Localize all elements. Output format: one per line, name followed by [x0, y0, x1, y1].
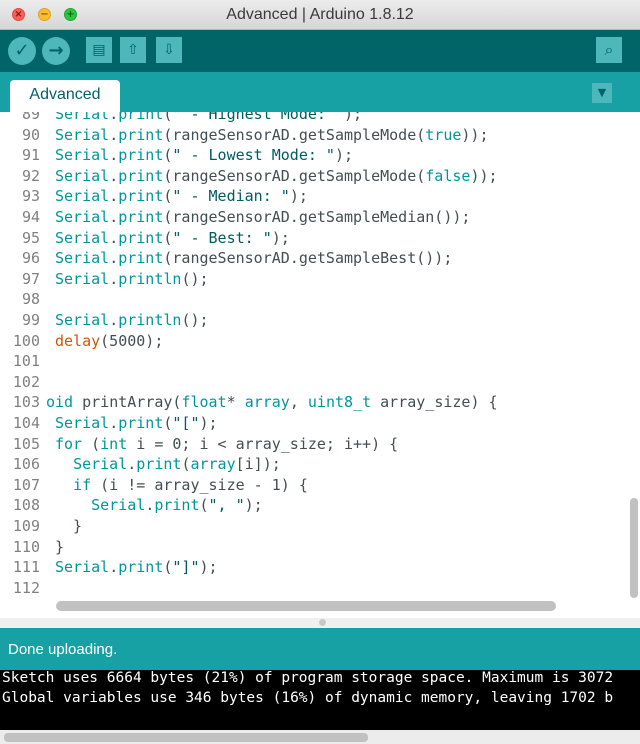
code-text: if (i != array_size - 1) {: [73, 475, 308, 494]
line-number: 94: [21, 208, 40, 226]
code-line: 95 Serial.print(" - Best: ");: [0, 228, 640, 249]
code-line: 108 Serial.print(", ");: [0, 495, 640, 516]
arrow-right-icon: →: [48, 40, 64, 61]
verify-button[interactable]: ✓: [8, 37, 36, 65]
code-text: Serial.print(rangeSensorAD.getSampleBest…: [55, 249, 453, 268]
checkmark-icon: ✓: [14, 40, 30, 61]
code-text: Serial.println();: [55, 269, 209, 288]
tab-advanced[interactable]: Advanced: [10, 80, 120, 112]
code-line: 111 Serial.print("]");: [0, 557, 640, 578]
magnifier-icon: ⌕: [604, 40, 614, 59]
serial-monitor-button[interactable]: ⌕: [596, 37, 622, 63]
code-line: 99 Serial.println();: [0, 310, 640, 331]
console-horizontal-scrollbar[interactable]: [4, 733, 368, 742]
code-line: 106 Serial.print(array[i]);: [0, 454, 640, 475]
code-text: Serial.print(" - Median: ");: [55, 187, 308, 206]
line-number: 95: [21, 228, 40, 247]
console-line: Global variables use 346 bytes (16%) of …: [2, 690, 614, 706]
line-number: 90: [21, 125, 40, 144]
console-output[interactable]: Sketch uses 6664 bytes (21%) of program …: [0, 670, 640, 730]
line-number: 103: [12, 393, 40, 412]
line-number: 89: [21, 112, 40, 123]
code-line: 92 Serial.print(rangeSensorAD.getSampleMo…: [0, 166, 640, 187]
new-sketch-button[interactable]: ▤: [86, 37, 112, 63]
line-number: 104: [12, 414, 40, 432]
tab-bar: Advanced ▼: [0, 72, 640, 112]
code-text: }: [55, 537, 65, 556]
upload-button[interactable]: →: [42, 37, 70, 65]
line-number: 92: [21, 166, 40, 185]
line-number: 111: [12, 558, 40, 577]
line-number: 107: [12, 475, 40, 494]
code-line: 105 for (int i = 0; i < array_size; i++) …: [0, 434, 640, 455]
code-text: for (int i = 0; i < array_size; i++) {: [55, 434, 399, 453]
code-line: 101: [0, 351, 640, 372]
line-number: 110: [12, 537, 40, 556]
code-line: 102: [0, 372, 640, 393]
code-line: 98: [0, 289, 640, 310]
code-text: Serial.print(array[i]);: [73, 455, 281, 474]
code-text: Serial.print(rangeSensorAD.getSampleMode…: [55, 166, 498, 185]
line-number: 100: [12, 331, 40, 350]
code-editor[interactable]: 89 Serial.print(" - Highest Mode: "); 90 Se…: [0, 112, 640, 618]
code-line: 110}: [0, 537, 640, 558]
code-text: Serial.print(" - Lowest Mode: ");: [55, 146, 354, 165]
code-text: Serial.print(" - Highest Mode: ");: [55, 112, 363, 123]
code-line: 100 delay(5000);: [0, 331, 640, 352]
line-number: 106: [12, 455, 40, 474]
code-line: 112: [0, 578, 640, 599]
line-number: 96: [21, 249, 40, 268]
status-bar: Done uploading.: [0, 628, 640, 670]
code-line: 91 Serial.print(" - Lowest Mode: ");: [0, 145, 640, 166]
line-number: 97: [21, 269, 40, 288]
line-number: 109: [12, 517, 40, 535]
status-message: Done uploading.: [8, 641, 118, 658]
tab-menu-button[interactable]: ▼: [592, 83, 612, 103]
code-text: Serial.print(rangeSensorAD.getSampleMedi…: [55, 208, 471, 226]
triangle-down-icon: ▼: [597, 86, 607, 99]
line-number: 101: [12, 352, 40, 371]
code-text: Serial.print(" - Best: ");: [55, 228, 290, 247]
console-line: Sketch uses 6664 bytes (21%) of program …: [2, 670, 614, 686]
code-text: delay(5000);: [55, 331, 164, 350]
line-number: 112: [12, 578, 40, 597]
line-number: 93: [21, 187, 40, 206]
line-number: 91: [21, 146, 40, 165]
divider-handle[interactable]: [319, 619, 326, 626]
line-number: 108: [12, 496, 40, 515]
editor-vertical-scrollbar[interactable]: [630, 498, 638, 598]
code-text: Serial.print("]");: [55, 558, 218, 577]
code-line: 109 }: [0, 516, 640, 537]
line-number: 105: [12, 434, 40, 453]
save-sketch-button[interactable]: ⇩: [156, 37, 182, 63]
code-line: 94 Serial.print(rangeSensorAD.getSampleMe…: [0, 207, 640, 228]
code-line: 90 Serial.print(rangeSensorAD.getSampleMo…: [0, 125, 640, 146]
toolbar: ✓ → ▤ ⇧ ⇩ ⌕: [0, 30, 640, 72]
code-line: 96 Serial.print(rangeSensorAD.getSampleBe…: [0, 248, 640, 269]
line-number: 99: [21, 311, 40, 329]
code-line: 107 if (i != array_size - 1) {: [0, 475, 640, 496]
editor-horizontal-scrollbar[interactable]: [56, 601, 556, 611]
code-text: oid printArray(float* array, uint8_t arr…: [46, 393, 498, 412]
document-icon: ▤: [92, 42, 106, 58]
code-line: 103 oid printArray(float* array, uint8_t …: [0, 392, 640, 413]
arrow-down-icon: ⇩: [163, 42, 175, 58]
line-number: 98: [21, 290, 40, 309]
code-text: Serial.print(rangeSensorAD.getSampleMode…: [55, 125, 489, 144]
code-line: 104 Serial.print("[");: [0, 413, 640, 434]
code-text: Serial.print("[");: [55, 414, 218, 432]
code-text: }: [55, 517, 83, 535]
arrow-up-icon: ⇧: [127, 42, 139, 58]
code-line: 97 Serial.println();: [0, 269, 640, 290]
code-line: 93 Serial.print(" - Median: ");: [0, 186, 640, 207]
window-title: Advanced | Arduino 1.8.12: [226, 6, 414, 23]
open-sketch-button[interactable]: ⇧: [120, 37, 146, 63]
code-text: Serial.println();: [55, 311, 209, 329]
window-title-bar: × − + Advanced | Arduino 1.8.12: [0, 0, 640, 30]
code-text: Serial.print(", ");: [91, 496, 263, 515]
code-line: 89 Serial.print(" - Highest Mode: ");: [0, 112, 640, 125]
line-number: 102: [12, 372, 40, 391]
